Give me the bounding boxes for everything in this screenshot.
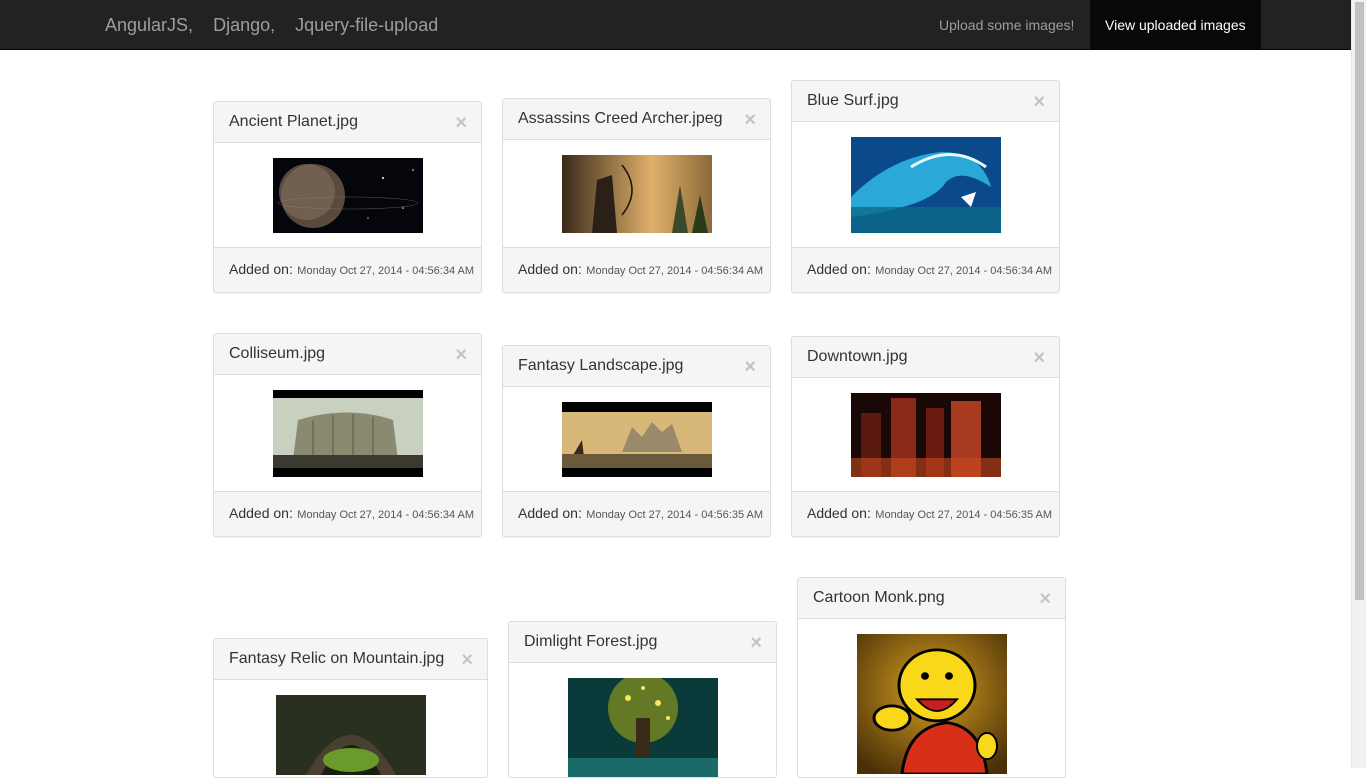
card-header: Fantasy Relic on Mountain.jpg × [214, 639, 487, 680]
image-filename: Dimlight Forest.jpg [524, 633, 658, 650]
image-filename: Downtown.jpg [807, 348, 908, 365]
delete-image-button[interactable]: × [461, 639, 473, 680]
delete-image-button[interactable]: × [744, 99, 756, 140]
added-on-label: Added on: [518, 505, 582, 521]
card-header: Dimlight Forest.jpg × [509, 622, 776, 663]
fantasy-landscape-image [561, 402, 712, 477]
card-header: Cartoon Monk.png × [798, 578, 1065, 619]
image-filename: Fantasy Landscape.jpg [518, 357, 684, 374]
image-card: Assassins Creed Archer.jpeg × Added on: … [502, 98, 771, 293]
brand-django[interactable]: Django, [213, 15, 275, 35]
image-card: Blue Surf.jpg × Added on: Monday Oct 27,… [791, 80, 1060, 293]
archer-image [561, 155, 712, 233]
card-footer: Added on: Monday Oct 27, 2014 - 04:56:34… [214, 247, 481, 292]
card-header: Downtown.jpg × [792, 337, 1059, 378]
page-scrollbar[interactable] [1351, 0, 1366, 768]
cartoon-monk-image [856, 634, 1007, 774]
added-on-date: Monday Oct 27, 2014 - 04:56:34 AM [297, 265, 475, 277]
added-on-date: Monday Oct 27, 2014 - 04:56:34 AM [297, 509, 475, 521]
nav-upload-link[interactable]: Upload some images! [924, 0, 1089, 50]
image-filename: Colliseum.jpg [229, 345, 326, 362]
brand-jquery-file-upload[interactable]: Jquery-file-upload [295, 15, 438, 35]
image-thumbnail[interactable] [561, 155, 712, 233]
card-header: Colliseum.jpg × [214, 334, 481, 375]
brand-angularjs[interactable]: AngularJS, [105, 15, 193, 35]
image-thumbnail[interactable] [850, 393, 1001, 477]
top-navbar: AngularJS, Django, Jquery-file-upload Up… [0, 0, 1351, 50]
card-header: Assassins Creed Archer.jpeg × [503, 99, 770, 140]
delete-image-button[interactable]: × [744, 346, 756, 387]
added-on-label: Added on: [229, 261, 293, 277]
delete-image-button[interactable]: × [750, 622, 762, 663]
card-footer: Added on: Monday Oct 27, 2014 - 04:56:34… [792, 247, 1059, 292]
planet-image [272, 158, 423, 233]
card-footer: Added on: Monday Oct 27, 2014 - 04:56:35… [503, 491, 770, 536]
image-card: Cartoon Monk.png × [797, 577, 1066, 778]
delete-image-button[interactable]: × [455, 102, 467, 143]
dimlight-forest-image [567, 678, 718, 777]
card-header: Blue Surf.jpg × [792, 81, 1059, 122]
image-card: Dimlight Forest.jpg × [508, 621, 777, 778]
blue-surf-image [850, 137, 1001, 233]
added-on-date: Monday Oct 27, 2014 - 04:56:34 AM [586, 265, 764, 277]
image-filename: Assassins Creed Archer.jpeg [518, 110, 723, 127]
added-on-label: Added on: [807, 505, 871, 521]
fantasy-relic-image [275, 695, 426, 775]
colliseum-image [272, 390, 423, 477]
delete-image-button[interactable]: × [455, 334, 467, 375]
card-footer: Added on: Monday Oct 27, 2014 - 04:56:35… [792, 491, 1059, 536]
image-card: Fantasy Relic on Mountain.jpg × [213, 638, 488, 778]
delete-image-button[interactable]: × [1039, 578, 1051, 619]
image-thumbnail[interactable] [272, 390, 423, 477]
added-on-label: Added on: [807, 261, 871, 277]
added-on-date: Monday Oct 27, 2014 - 04:56:34 AM [875, 265, 1053, 277]
image-card: Downtown.jpg × Added on: Monday Oct 27, … [791, 336, 1060, 537]
image-thumbnail[interactable] [856, 634, 1007, 774]
delete-image-button[interactable]: × [1033, 337, 1045, 378]
image-filename: Ancient Planet.jpg [229, 113, 358, 130]
image-card: Ancient Planet.jpg × Added on: Monday Oc… [213, 101, 482, 293]
image-filename: Blue Surf.jpg [807, 92, 899, 109]
card-footer: Added on: Monday Oct 27, 2014 - 04:56:34… [214, 491, 481, 536]
nav-view-uploaded-link[interactable]: View uploaded images [1090, 0, 1261, 50]
added-on-date: Monday Oct 27, 2014 - 04:56:35 AM [586, 509, 764, 521]
image-filename: Cartoon Monk.png [813, 589, 945, 606]
scrollbar-thumb[interactable] [1355, 2, 1364, 600]
image-card: Fantasy Landscape.jpg × Added on: Monday… [502, 345, 771, 537]
added-on-label: Added on: [518, 261, 582, 277]
image-thumbnail[interactable] [275, 695, 426, 775]
added-on-date: Monday Oct 27, 2014 - 04:56:35 AM [875, 509, 1053, 521]
downtown-image [850, 393, 1001, 477]
image-thumbnail[interactable] [272, 158, 423, 233]
added-on-label: Added on: [229, 505, 293, 521]
image-thumbnail[interactable] [850, 137, 1001, 233]
card-header: Ancient Planet.jpg × [214, 102, 481, 143]
card-header: Fantasy Landscape.jpg × [503, 346, 770, 387]
navbar-brand[interactable]: AngularJS, Django, Jquery-file-upload [105, 0, 453, 50]
image-card: Colliseum.jpg × Added on: Monday Oct 27,… [213, 333, 482, 537]
image-thumbnail[interactable] [567, 678, 718, 777]
image-filename: Fantasy Relic on Mountain.jpg [229, 650, 445, 667]
image-thumbnail[interactable] [561, 402, 712, 477]
card-footer: Added on: Monday Oct 27, 2014 - 04:56:34… [503, 247, 770, 292]
delete-image-button[interactable]: × [1033, 81, 1045, 122]
